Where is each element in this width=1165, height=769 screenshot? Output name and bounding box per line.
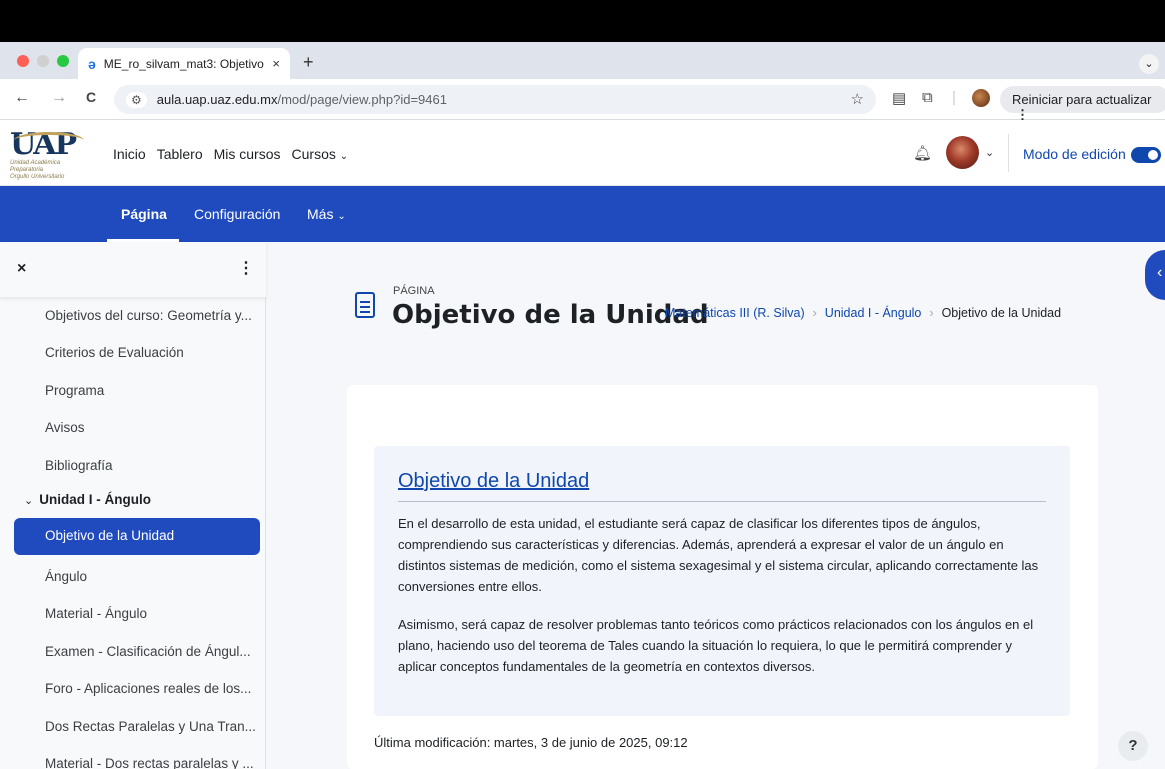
forward-button[interactable]: → <box>51 89 67 107</box>
site-header: UAP Unidad Académica Preparatoria Orgull… <box>0 120 1165 186</box>
section-unidad-i[interactable]: ⌄ Unidad I - Ángulo <box>24 492 151 507</box>
tab-close-icon[interactable]: × <box>272 56 280 71</box>
chevron-left-icon: ‹ <box>1157 264 1163 281</box>
secondary-navigation: Página Configuración Más ⌄ <box>0 186 1165 242</box>
chevron-down-icon: ⌄ <box>339 151 349 162</box>
bookmark-star-icon[interactable]: ☆ <box>851 90 864 108</box>
reload-button[interactable]: C <box>86 89 96 105</box>
primary-navigation: Inicio Tablero Mis cursos Cursos ⌄ <box>113 146 348 162</box>
user-menu-chevron-icon[interactable]: ⌄ <box>985 146 994 159</box>
course-index-item[interactable]: Dos Rectas Paralelas y Una Tran... <box>45 719 256 734</box>
course-index-item[interactable]: Foro - Aplicaciones reales de los... <box>45 681 251 696</box>
tab-search-button[interactable]: ⌄ <box>1139 54 1159 74</box>
course-index-item-active[interactable]: Objetivo de la Unidad <box>14 518 260 555</box>
open-block-drawer-button[interactable]: ‹ <box>1145 250 1165 300</box>
course-index-item[interactable]: Material - Ángulo <box>45 606 147 621</box>
url-host: aula.uap.uaz.edu.mx <box>156 92 278 107</box>
window-titlebar <box>0 0 1165 42</box>
nav-tablero[interactable]: Tablero <box>157 146 203 162</box>
address-toolbar: ← → C ⚙ aula.uap.uaz.edu.mx/mod/page/vie… <box>0 79 1165 122</box>
help-button[interactable]: ? <box>1118 731 1148 761</box>
breadcrumb-section-link[interactable]: Unidad I - Ángulo <box>825 306 922 320</box>
toolbar-divider: | <box>952 89 956 106</box>
extensions-icon[interactable]: ⧉ <box>922 89 933 106</box>
last-modified: Última modificación: martes, 3 de junio … <box>374 735 688 750</box>
page-title: Objetivo de la Unidad <box>392 300 709 330</box>
tab-mas[interactable]: Más ⌄ <box>307 206 346 222</box>
user-avatar[interactable] <box>946 136 979 169</box>
chevron-right-icon: › <box>812 306 817 320</box>
tab-strip: ə ME_ro_silvam_mat3: Objetivo × + ⌄ <box>0 42 1165 79</box>
course-index-item[interactable]: Bibliografía <box>45 458 113 473</box>
close-drawer-icon[interactable]: × <box>17 260 26 278</box>
content-title-link[interactable]: Objetivo de la Unidad <box>398 470 589 493</box>
site-info-icon[interactable]: ⚙ <box>126 91 147 108</box>
nav-cursos-label: Cursos <box>291 146 336 162</box>
drawer-options-icon[interactable]: ⋮ <box>238 258 254 278</box>
profile-avatar-icon[interactable] <box>972 89 990 107</box>
nav-mis-cursos[interactable]: Mis cursos <box>214 146 281 162</box>
window-controls <box>17 55 69 67</box>
course-index-item[interactable]: Criterios de Evaluación <box>45 345 184 360</box>
site-favicon-icon: ə <box>88 55 96 72</box>
tab-pagina[interactable]: Página <box>121 206 167 222</box>
course-index-item[interactable]: Ángulo <box>45 569 87 584</box>
chevron-down-icon: ⌄ <box>337 211 346 222</box>
course-index-drawer: × ⋮ Objetivos del curso: Geometría y... … <box>0 242 266 769</box>
site-logo[interactable]: UAP Unidad Académica Preparatoria Orgull… <box>10 130 90 180</box>
logo-text: UAP <box>10 130 90 160</box>
relaunch-label: Reiniciar para actualizar <box>1012 92 1152 107</box>
drawer-header: × ⋮ <box>0 242 266 297</box>
nav-inicio[interactable]: Inicio <box>113 146 146 162</box>
edit-mode-toggle[interactable] <box>1131 147 1161 163</box>
url-path: /mod/page/view.php?id=9461 <box>277 92 447 107</box>
relaunch-button[interactable]: Reiniciar para actualizar ⋮ <box>1000 86 1165 122</box>
url-bar[interactable]: ⚙ aula.uap.uaz.edu.mx/mod/page/view.php?… <box>114 85 876 114</box>
logo-subtitle: Unidad Académica Preparatoria <box>10 160 61 173</box>
maximize-window-button[interactable] <box>57 55 69 67</box>
chevron-down-icon: ⌄ <box>24 495 34 507</box>
chevron-right-icon: › <box>929 306 934 320</box>
back-button[interactable]: ← <box>14 89 30 107</box>
content-paragraph: Asimismo, será capaz de resolver problem… <box>398 617 1034 674</box>
new-tab-button[interactable]: + <box>303 52 314 73</box>
course-index-item[interactable]: Objetivos del curso: Geometría y... <box>45 308 252 323</box>
nav-cursos[interactable]: Cursos ⌄ <box>292 146 349 162</box>
logo-subtitle-2: Orgullo Universitario <box>10 174 65 180</box>
section-title: Unidad I - Ángulo <box>39 492 151 507</box>
header-divider <box>1008 134 1009 172</box>
breadcrumb-course-link[interactable]: Matemáticas III (R. Silva) <box>665 306 805 320</box>
minimize-window-button[interactable] <box>37 55 49 67</box>
tab-title: ME_ro_silvam_mat3: Objetivo <box>103 56 264 71</box>
reading-mode-icon[interactable]: ▤ <box>892 89 906 107</box>
close-window-button[interactable] <box>17 55 29 67</box>
breadcrumb-current: Objetivo de la Unidad <box>941 306 1062 320</box>
breadcrumb: Matemáticas III (R. Silva) › Unidad I - … <box>665 306 1061 320</box>
notifications-bell-icon[interactable]: 🔔︎ <box>913 144 932 162</box>
course-index-item[interactable]: Avisos <box>45 420 85 435</box>
browser-tab[interactable]: ə ME_ro_silvam_mat3: Objetivo × <box>78 48 290 79</box>
content-divider <box>398 501 1046 502</box>
tab-mas-label: Más <box>307 206 334 222</box>
tab-configuracion[interactable]: Configuración <box>194 206 280 222</box>
content-paragraph: En el desarrollo de esta unidad, el estu… <box>398 516 1039 594</box>
course-index-item[interactable]: Examen - Clasificación de Ángul... <box>45 644 251 659</box>
edit-mode-label: Modo de edición <box>1023 146 1126 162</box>
course-index-item[interactable]: Material - Dos rectas paralelas y ... <box>45 756 254 769</box>
course-index-item[interactable]: Programa <box>45 383 104 398</box>
page-document-icon <box>355 292 375 318</box>
page-kicker: PÁGINA <box>393 285 435 297</box>
